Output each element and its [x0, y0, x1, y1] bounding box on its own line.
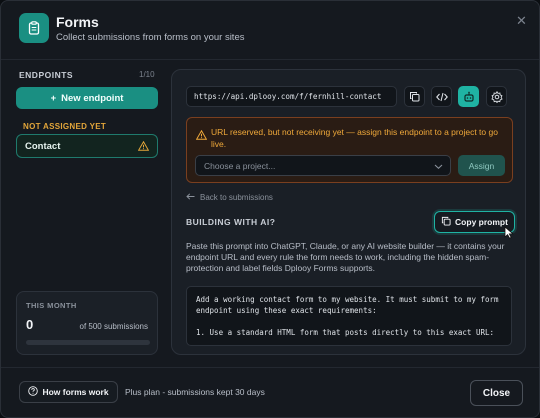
monthly-usage-card: THIS MONTH 0 of 500 submissions	[16, 291, 158, 355]
copy-icon	[441, 216, 451, 228]
month-of-text: of 500 submissions	[79, 322, 148, 331]
plan-info-text: Plus plan - submissions kept 30 days	[125, 387, 265, 397]
code-icon[interactable]	[431, 86, 452, 107]
new-endpoint-button[interactable]: + New endpoint	[16, 87, 158, 109]
modal-header: Forms Collect submissions from forms on …	[1, 1, 539, 59]
footer-divider	[1, 367, 539, 368]
month-value: 0	[26, 317, 34, 332]
how-forms-work-label: How forms work	[42, 387, 109, 397]
modal-title: Forms	[56, 14, 99, 30]
how-forms-work-button[interactable]: How forms work	[19, 381, 118, 403]
endpoints-label: ENDPOINTS	[19, 70, 74, 80]
robot-icon[interactable]	[458, 86, 479, 107]
copy-prompt-label: Copy prompt	[455, 217, 508, 227]
help-circle-icon	[28, 386, 39, 398]
warning-icon	[137, 140, 150, 154]
copy-prompt-button[interactable]: Copy prompt	[434, 211, 515, 233]
back-to-submissions-link[interactable]: Back to submissions	[186, 193, 273, 202]
plus-icon: +	[50, 92, 57, 104]
endpoint-url-field[interactable]: https://api.dplooy.com/f/fernhill-contac…	[186, 86, 397, 107]
new-endpoint-label: New endpoint	[61, 92, 124, 104]
sidebar-item-label: Contact	[25, 140, 61, 152]
chevron-down-icon	[434, 162, 443, 172]
sidebar-item-contact[interactable]: Contact	[16, 134, 158, 158]
forms-modal: Forms Collect submissions from forms on …	[0, 0, 540, 418]
prompt-code-block[interactable]: Add a working contact form to my website…	[186, 286, 512, 346]
assign-button[interactable]: Assign	[458, 155, 505, 176]
ai-section-label: BUILDING WITH AI?	[186, 217, 276, 227]
close-button[interactable]: Close	[470, 380, 523, 406]
back-label: Back to submissions	[200, 193, 273, 202]
project-select[interactable]: Choose a project...	[195, 155, 451, 176]
month-label: THIS MONTH	[26, 301, 77, 310]
usage-progress-bar	[26, 340, 150, 345]
copy-icon[interactable]	[404, 86, 425, 107]
warning-text: URL reserved, but not receiving yet — as…	[211, 127, 498, 149]
endpoints-count: 1/10	[139, 70, 155, 79]
close-icon[interactable]: ✕	[516, 14, 527, 27]
warning-icon	[195, 127, 208, 145]
project-select-value: Choose a project...	[204, 160, 276, 171]
settings-icon[interactable]	[486, 86, 507, 107]
header-divider	[1, 59, 539, 60]
arrow-left-icon	[186, 193, 195, 202]
unassigned-warning: URL reserved, but not receiving yet — as…	[186, 117, 513, 183]
clipboard-icon	[19, 13, 49, 43]
endpoint-detail-panel: https://api.dplooy.com/f/fernhill-contac…	[171, 69, 526, 355]
ai-description: Paste this prompt into ChatGPT, Claude, …	[186, 241, 505, 273]
not-assigned-label: NOT ASSIGNED YET	[23, 122, 107, 131]
modal-subtitle: Collect submissions from forms on your s…	[56, 32, 245, 43]
